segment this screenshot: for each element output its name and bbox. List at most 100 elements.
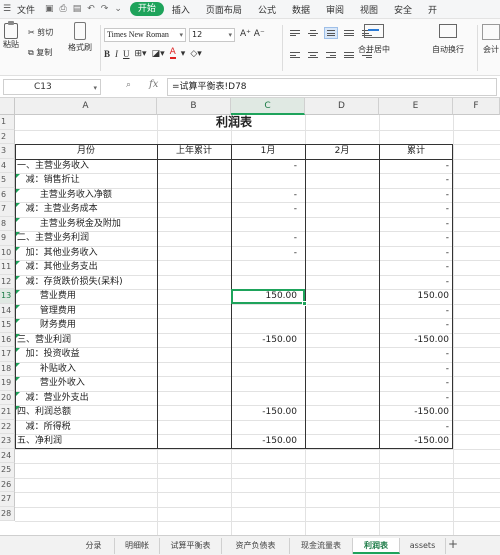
font-color-icon[interactable]: A: [169, 48, 176, 59]
cell-cumulative[interactable]: -: [379, 202, 453, 217]
row-header-28[interactable]: 28: [0, 506, 15, 521]
cell-jan[interactable]: -150.00: [231, 333, 305, 348]
cell-jan[interactable]: -: [231, 246, 305, 261]
sheet-tab-3[interactable]: 资产负债表: [222, 538, 290, 554]
row-header-12[interactable]: 12: [0, 274, 15, 289]
align-bottom-icon[interactable]: [324, 27, 338, 39]
row-label[interactable]: 减：营业外支出: [16, 391, 157, 406]
align-top-icon[interactable]: [288, 27, 302, 39]
paste-button[interactable]: 粘贴: [0, 21, 22, 50]
add-sheet-icon[interactable]: +: [448, 537, 458, 551]
row-header-3[interactable]: 3: [0, 144, 15, 159]
bold-icon[interactable]: B: [104, 49, 110, 59]
align-right-icon[interactable]: [324, 49, 338, 61]
name-box[interactable]: C13 ▾: [3, 79, 101, 95]
undo-icon[interactable]: ↶: [87, 4, 95, 14]
customize-icon[interactable]: ⌄: [114, 4, 122, 14]
cell-cumulative[interactable]: -: [379, 231, 453, 246]
row-label[interactable]: 营业外收入: [16, 376, 157, 391]
row-header-1[interactable]: 1: [0, 115, 15, 130]
row-label[interactable]: 主营业务税金及附加: [16, 217, 157, 232]
cell-cumulative[interactable]: -: [379, 260, 453, 275]
tab-3[interactable]: 公式: [250, 3, 284, 16]
row-header-16[interactable]: 16: [0, 332, 15, 347]
column-header-d[interactable]: D: [305, 98, 379, 115]
row-header-9[interactable]: 9: [0, 231, 15, 246]
cell-jan[interactable]: -150.00: [231, 434, 305, 449]
row-header-6[interactable]: 6: [0, 187, 15, 202]
row-header-7[interactable]: 7: [0, 202, 15, 217]
row-label[interactable]: 补贴收入: [16, 362, 157, 377]
cell-cumulative[interactable]: -: [379, 304, 453, 319]
row-header-11[interactable]: 11: [0, 260, 15, 275]
cell-cumulative[interactable]: -150.00: [379, 434, 453, 449]
cell-jan[interactable]: -: [231, 231, 305, 246]
redo-icon[interactable]: ↷: [101, 4, 109, 14]
formula-input[interactable]: =试算平衡表!D78: [167, 78, 497, 96]
cell-cumulative[interactable]: -: [379, 362, 453, 377]
row-header-17[interactable]: 17: [0, 347, 15, 362]
column-header-a[interactable]: A: [15, 98, 157, 115]
cell-cumulative[interactable]: -: [379, 376, 453, 391]
copy-button[interactable]: ⧉ 复制: [28, 47, 53, 58]
align-left-icon[interactable]: [288, 49, 302, 61]
row-label[interactable]: 三、营业利润: [16, 333, 157, 348]
row-header-20[interactable]: 20: [0, 390, 15, 405]
fill-color-icon[interactable]: ◪▾: [152, 49, 165, 59]
grow-font-icon[interactable]: A⁺: [240, 29, 251, 39]
cell-cumulative[interactable]: 150.00: [379, 289, 453, 304]
row-header-14[interactable]: 14: [0, 303, 15, 318]
file-menu[interactable]: 文件: [17, 3, 35, 16]
row-label[interactable]: 减：存货跌价损失(呆料): [16, 275, 157, 290]
cell-cumulative[interactable]: -150.00: [379, 333, 453, 348]
sheet-tab-2[interactable]: 试算平衡表: [160, 538, 222, 554]
cell-jan[interactable]: -: [231, 159, 305, 174]
zoom-icon[interactable]: ⌕: [126, 80, 131, 90]
align-justify-icon[interactable]: [342, 27, 356, 39]
cell-cumulative[interactable]: -: [379, 318, 453, 333]
cell-cumulative[interactable]: -: [379, 246, 453, 261]
menu-icon[interactable]: ☰: [3, 4, 13, 14]
header-cell-1[interactable]: 上年累计: [157, 144, 231, 159]
tab-2[interactable]: 页面布局: [198, 3, 250, 16]
cell-cumulative[interactable]: -: [379, 420, 453, 435]
sheet-title[interactable]: 利润表: [15, 115, 453, 130]
tab-8[interactable]: 开: [420, 3, 445, 16]
row-header-19[interactable]: 19: [0, 376, 15, 391]
row-header-21[interactable]: 21: [0, 405, 15, 420]
cell-cumulative[interactable]: -150.00: [379, 405, 453, 420]
row-header-22[interactable]: 22: [0, 419, 15, 434]
header-cell-3[interactable]: 2月: [305, 144, 379, 159]
print-preview-icon[interactable]: ▤: [73, 4, 82, 14]
row-header-15[interactable]: 15: [0, 318, 15, 333]
column-header-f[interactable]: F: [453, 98, 500, 115]
row-header-13[interactable]: 13: [0, 289, 15, 304]
row-label[interactable]: 减：销售折让: [16, 173, 157, 188]
tab-5[interactable]: 审阅: [318, 3, 352, 16]
align-center-icon[interactable]: [306, 49, 320, 61]
cell-jan[interactable]: -150.00: [231, 405, 305, 420]
format-painter-button[interactable]: 格式刷: [68, 22, 92, 53]
row-label[interactable]: 减：所得税: [16, 420, 157, 435]
select-all-corner[interactable]: [0, 98, 15, 115]
fx-icon[interactable]: fx: [149, 79, 158, 90]
tab-4[interactable]: 数据: [284, 3, 318, 16]
row-label[interactable]: 减：其他业务支出: [16, 260, 157, 275]
row-header-10[interactable]: 10: [0, 245, 15, 260]
number-format-button[interactable]: 会计: [482, 24, 500, 55]
column-header-e[interactable]: E: [379, 98, 453, 115]
print-icon[interactable]: ⎙: [60, 4, 67, 14]
row-label[interactable]: 管理费用: [16, 304, 157, 319]
row-header-26[interactable]: 26: [0, 477, 15, 492]
cell-cumulative[interactable]: -: [379, 217, 453, 232]
row-header-5[interactable]: 5: [0, 173, 15, 188]
border-icon[interactable]: ⊞▾: [135, 49, 147, 59]
row-label[interactable]: 财务费用: [16, 318, 157, 333]
header-cell-4[interactable]: 累计: [379, 144, 453, 159]
row-header-8[interactable]: 8: [0, 216, 15, 231]
font-name-select[interactable]: Times New Roman ▾: [104, 28, 186, 42]
fill-handle[interactable]: [302, 300, 307, 306]
shrink-font-icon[interactable]: A⁻: [254, 29, 265, 39]
row-label[interactable]: 加：其他业务收入: [16, 246, 157, 261]
row-header-24[interactable]: 24: [0, 448, 15, 463]
